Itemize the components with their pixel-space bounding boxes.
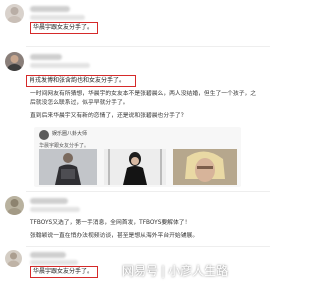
timestamp-comment-4 xyxy=(30,260,78,265)
comment-3-paragraph-1: TFBOYS又选了，第一手消息，全网首发，TFBOYS要解体了！ xyxy=(30,220,191,226)
repost-author[interactable]: 娱乐圈八卦大师 xyxy=(52,130,87,137)
avatar-comment-1[interactable] xyxy=(5,4,24,23)
comment-2-paragraph-1: 一时间网友有所猜想，华晨宇的女友本不是张碧晨么，两人没结婚，但生了一个孩子，之 xyxy=(30,91,257,97)
timestamp-comment-3 xyxy=(30,207,80,212)
watermark: 网易号 | 小彦人生路 xyxy=(122,262,228,279)
repost-card[interactable]: 娱乐圈八卦大师 华晨宇跟女友分手了。 xyxy=(34,127,241,187)
avatar-comment-2[interactable] xyxy=(5,52,24,71)
repost-photo-3[interactable] xyxy=(173,149,237,185)
comment-2-paragraph-2: 后就没怎么联系过，似乎早就分手了。 xyxy=(30,100,129,106)
divider-2 xyxy=(26,191,270,192)
username-comment-1[interactable] xyxy=(30,6,70,12)
avatar-comment-3[interactable] xyxy=(5,196,24,215)
timestamp-comment-2 xyxy=(30,63,90,68)
timestamp-comment-1 xyxy=(30,15,85,20)
username-comment-2[interactable] xyxy=(30,54,62,60)
comment-2-headline: 肖戎发博和张含韵也和女友分手了。 xyxy=(29,77,126,84)
highlighted-comment-1: 华晨宇跟女友分手了。 xyxy=(30,22,98,34)
comment-3-paragraph-2: 张翰颖说一直在悄办法视频访谈，甚至是想从海外平台开始铺展。 xyxy=(30,233,199,239)
username-comment-4[interactable] xyxy=(30,252,66,258)
divider-3 xyxy=(26,246,270,247)
repost-photo-1[interactable] xyxy=(39,149,97,185)
divider-1 xyxy=(26,46,270,47)
repost-photo-2[interactable] xyxy=(104,149,166,185)
repost-avatar[interactable] xyxy=(39,130,49,140)
watermark-platform: 网易号 xyxy=(122,264,159,278)
avatar-comment-4[interactable] xyxy=(5,250,22,267)
repost-text: 华晨宇跟女友分手了。 xyxy=(39,143,90,149)
highlighted-comment-4: 华晨宇跟女友分手了。 xyxy=(30,266,98,278)
comment-2-paragraph-3: 直到后来华晨宇又有新的恋情了，还是说和张碧晨也分手了？ xyxy=(30,113,187,119)
watermark-account: 小彦人生路 xyxy=(168,264,229,278)
username-comment-3[interactable] xyxy=(30,198,68,204)
comment-4-text: 华晨宇跟女友分手了。 xyxy=(33,268,94,275)
highlighted-comment-2: 肖戎发博和张含韵也和女友分手了。 xyxy=(26,75,136,87)
comment-1-text: 华晨宇跟女友分手了。 xyxy=(33,24,94,31)
watermark-separator: | xyxy=(161,264,166,278)
